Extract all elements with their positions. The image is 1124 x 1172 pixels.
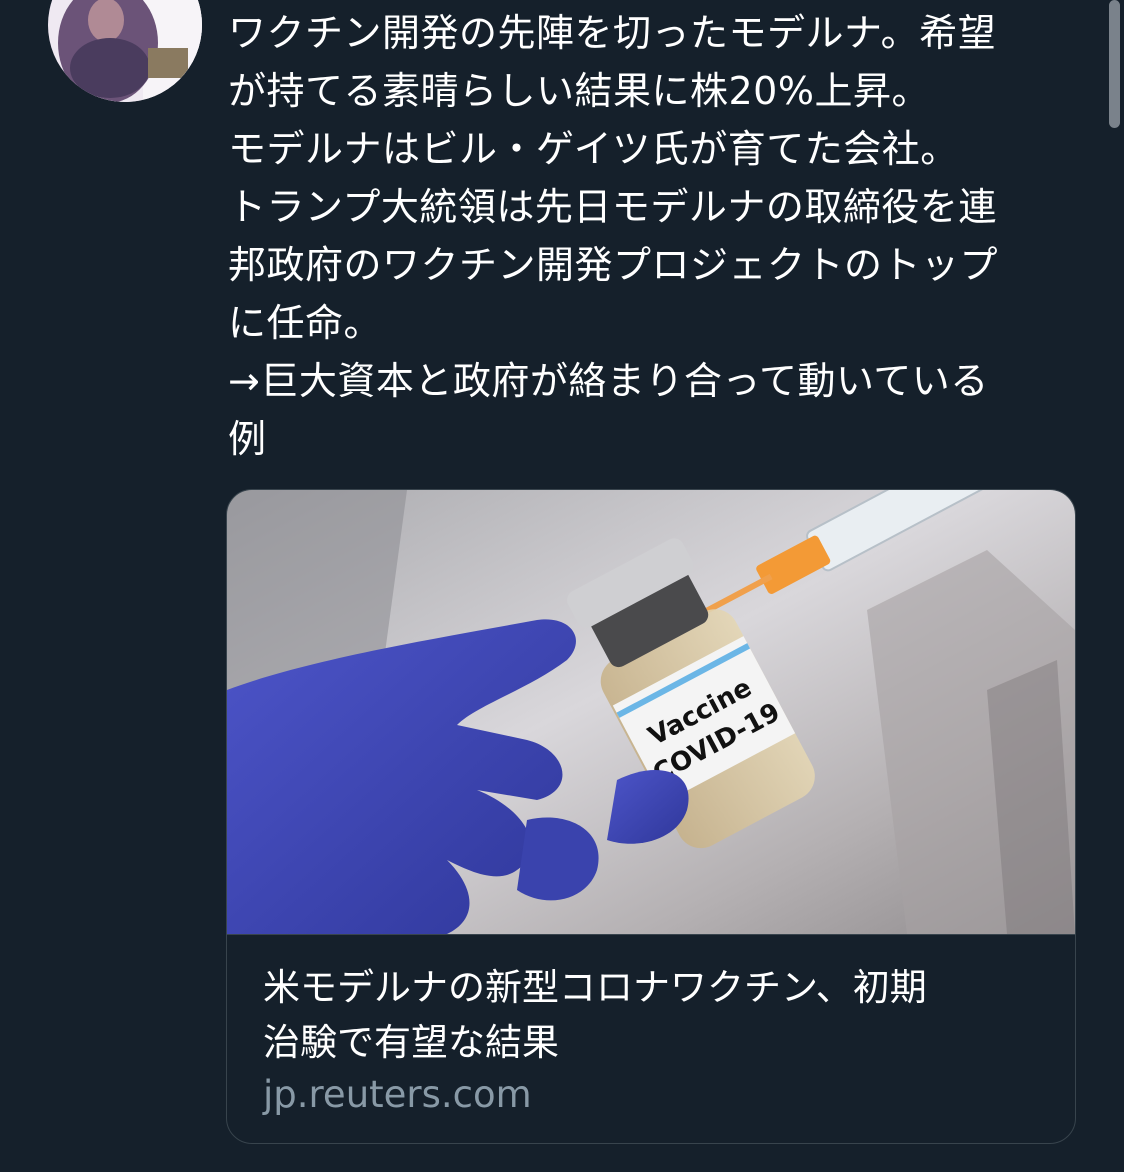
card-title-line: 治験で有望な結果	[263, 1021, 559, 1064]
tweet-text-line: →巨大資本と政府が絡まり合って動いている	[228, 359, 989, 403]
link-preview-card[interactable]: Vaccine COVID-19 米モデルナの新型コロナワクチン、初期 治験で有…	[226, 489, 1076, 1144]
card-image[interactable]: Vaccine COVID-19	[227, 490, 1075, 935]
tweet-text-line: ワクチン開発の先陣を切ったモデルナ。希望	[228, 11, 997, 55]
card-title[interactable]: 米モデルナの新型コロナワクチン、初期 治験で有望な結果	[263, 960, 1043, 1070]
card-title-line: 米モデルナの新型コロナワクチン、初期	[263, 966, 927, 1009]
tweet-text-line: 邦政府のワクチン開発プロジェクトのトップ	[228, 243, 999, 287]
scrollbar-thumb[interactable]	[1109, 0, 1120, 128]
card-domain: jp.reuters.com	[263, 1073, 532, 1116]
tweet-text-line: に任命。	[228, 301, 383, 345]
avatar[interactable]	[48, 0, 202, 102]
tweet-text-line: モデルナはビル・ゲイツ氏が育てた会社。	[228, 127, 959, 171]
tweet-text: ワクチン開発の先陣を切ったモデルナ。希望 が持てる素晴らしい結果に株20%上昇。…	[228, 4, 1088, 468]
tweet-text-line: 例	[228, 417, 267, 461]
tweet-text-line: が持てる素晴らしい結果に株20%上昇。	[228, 69, 930, 113]
tweet-text-line: トランプ大統領は先日モデルナの取締役を連	[228, 185, 997, 229]
